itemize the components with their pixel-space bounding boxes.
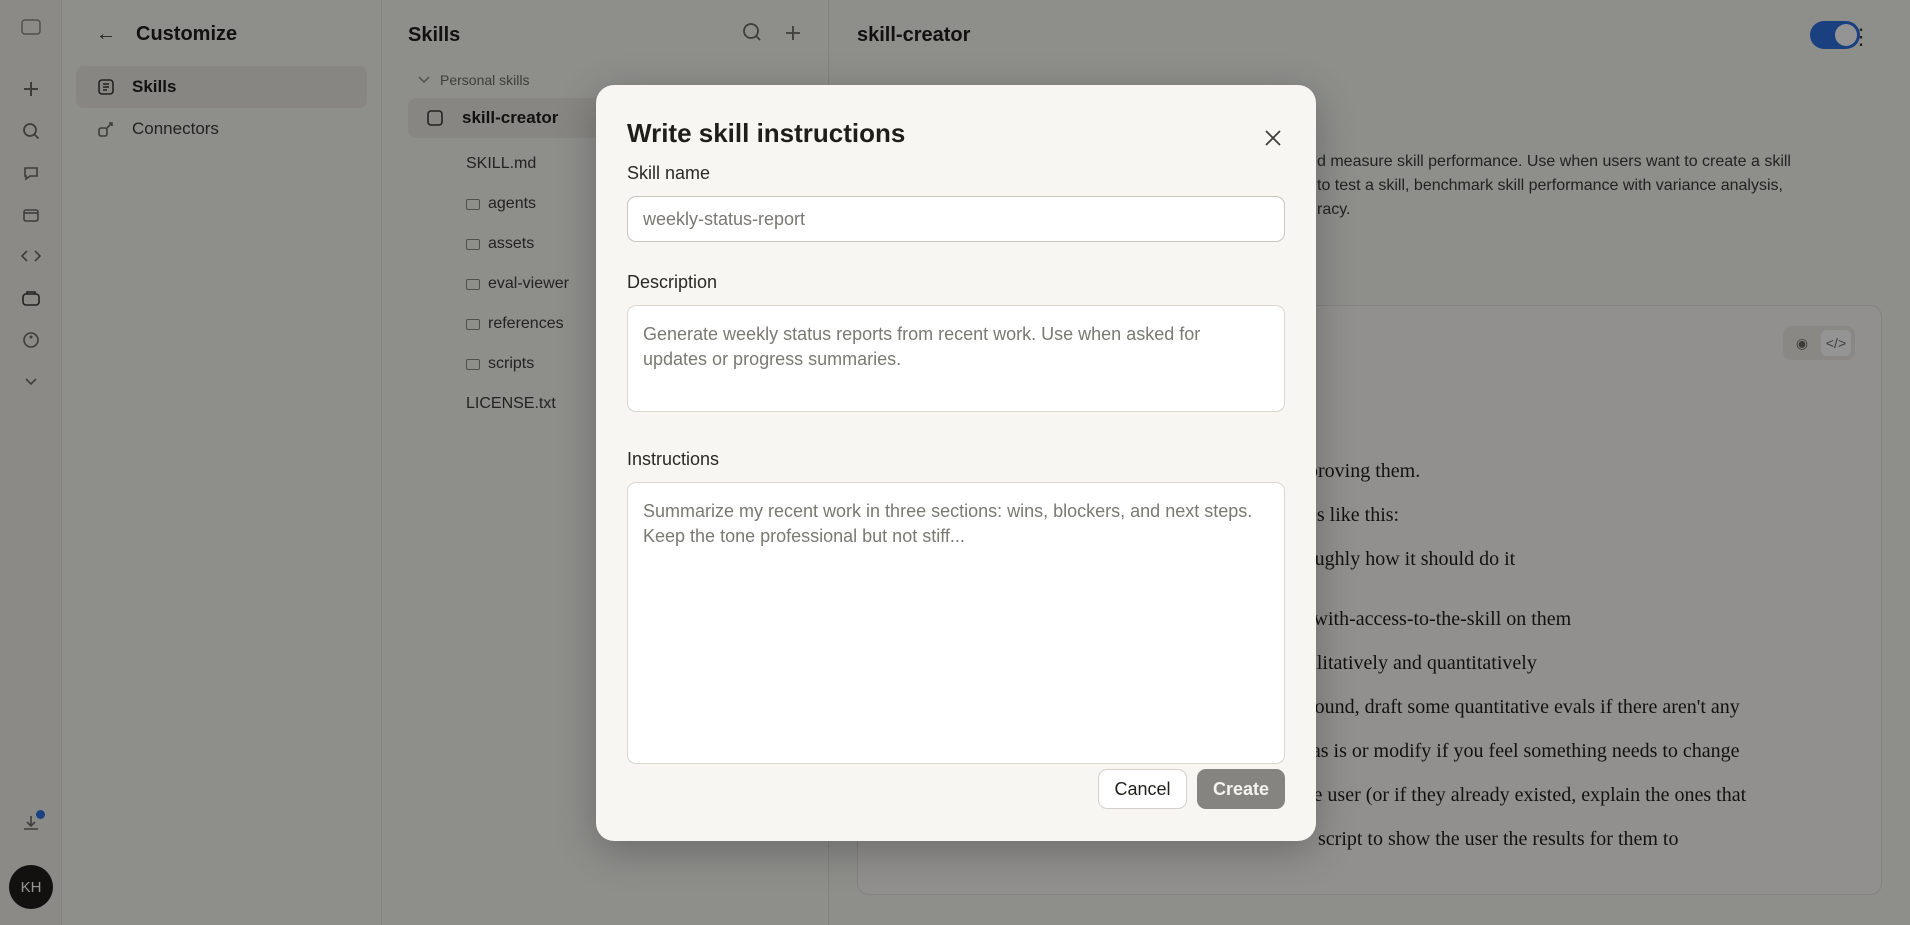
skill-name-label: Skill name — [627, 163, 711, 183]
dialog-footer: Cancel Create — [1098, 769, 1285, 809]
skill-name-input[interactable] — [627, 196, 1285, 242]
cancel-button[interactable]: Cancel — [1098, 769, 1187, 809]
description-field[interactable] — [627, 305, 1285, 412]
instructions-label: Instructions — [627, 449, 720, 469]
create-button[interactable]: Create — [1197, 769, 1285, 809]
instructions-field[interactable] — [627, 482, 1285, 764]
close-icon — [1265, 130, 1281, 146]
description-label: Description — [627, 272, 718, 292]
write-skill-dialog: Write skill instructions Skill name Desc… — [596, 85, 1316, 841]
dialog-title: Write skill instructions — [627, 118, 906, 148]
close-button[interactable] — [1256, 121, 1290, 155]
